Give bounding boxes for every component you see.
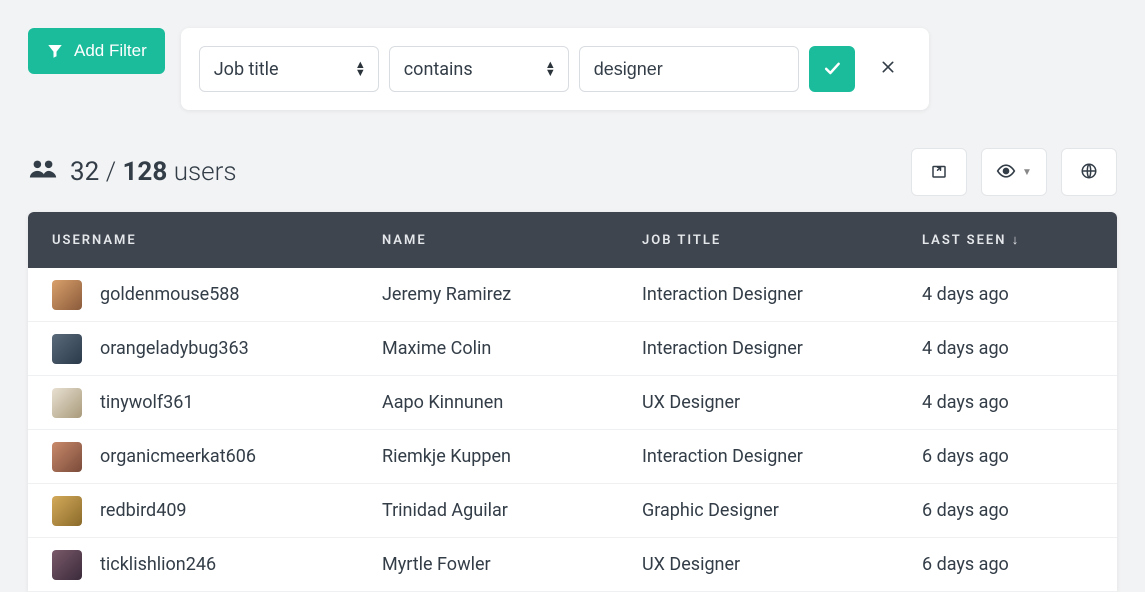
cell-job-title: Interaction Designer xyxy=(642,338,922,359)
filter-field-value: Job title xyxy=(214,59,279,80)
eye-icon xyxy=(996,161,1016,184)
chevron-down-icon: ▼ xyxy=(1022,167,1032,178)
cell-last-seen: 4 days ago xyxy=(922,284,1093,305)
select-arrows-icon: ▲▼ xyxy=(355,61,366,77)
table-body: goldenmouse588 Jeremy Ramirez Interactio… xyxy=(28,268,1117,592)
cell-name: Riemkje Kuppen xyxy=(382,446,642,467)
table-row[interactable]: organicmeerkat606 Riemkje Kuppen Interac… xyxy=(28,430,1117,484)
cell-name: Myrtle Fowler xyxy=(382,554,642,575)
cell-username: orangeladybug363 xyxy=(100,338,249,359)
cell-name: Trinidad Aguilar xyxy=(382,500,642,521)
globe-icon xyxy=(1080,162,1098,183)
filter-value-input[interactable] xyxy=(579,46,799,92)
cell-job-title: Interaction Designer xyxy=(642,446,922,467)
cell-job-title: UX Designer xyxy=(642,554,922,575)
filter-condition-card: Job title ▲▼ contains ▲▼ xyxy=(181,28,929,110)
funnel-icon xyxy=(46,42,64,60)
cell-last-seen: 6 days ago xyxy=(922,554,1093,575)
cell-username: ticklishlion246 xyxy=(100,554,216,575)
check-icon xyxy=(822,58,842,81)
cell-job-title: Interaction Designer xyxy=(642,284,922,305)
cell-last-seen: 6 days ago xyxy=(922,446,1093,467)
avatar xyxy=(52,280,82,310)
cell-last-seen: 4 days ago xyxy=(922,338,1093,359)
table-row[interactable]: orangeladybug363 Maxime Colin Interactio… xyxy=(28,322,1117,376)
avatar xyxy=(52,334,82,364)
table-row[interactable]: goldenmouse588 Jeremy Ramirez Interactio… xyxy=(28,268,1117,322)
total-count: 128 xyxy=(122,157,167,187)
select-arrows-icon: ▲▼ xyxy=(545,61,556,77)
table-row[interactable]: tinywolf361 Aapo Kinnunen UX Designer 4 … xyxy=(28,376,1117,430)
cell-username: redbird409 xyxy=(100,500,187,521)
col-name[interactable]: NAME xyxy=(382,233,642,248)
filter-operator-value: contains xyxy=(404,59,473,80)
filter-remove-button[interactable] xyxy=(865,46,911,92)
open-external-button[interactable] xyxy=(911,148,967,196)
filtered-count: 32 xyxy=(70,157,99,187)
cell-job-title: Graphic Designer xyxy=(642,500,922,521)
cell-last-seen: 4 days ago xyxy=(922,392,1093,413)
col-last-seen[interactable]: LAST SEEN ↓ xyxy=(922,232,1093,248)
table-row[interactable]: ticklishlion246 Myrtle Fowler UX Designe… xyxy=(28,538,1117,592)
avatar xyxy=(52,496,82,526)
count-noun: users xyxy=(174,157,237,187)
globe-button[interactable] xyxy=(1061,148,1117,196)
cell-job-title: UX Designer xyxy=(642,392,922,413)
table-actions: ▼ xyxy=(911,148,1117,196)
close-icon xyxy=(880,58,896,81)
col-job-title[interactable]: JOB TITLE xyxy=(642,233,922,248)
cell-name: Jeremy Ramirez xyxy=(382,284,642,305)
add-filter-button[interactable]: Add Filter xyxy=(28,28,165,74)
visibility-dropdown-button[interactable]: ▼ xyxy=(981,148,1047,196)
cell-username: tinywolf361 xyxy=(100,392,194,413)
people-icon xyxy=(28,157,58,187)
add-filter-label: Add Filter xyxy=(74,41,147,61)
open-external-icon xyxy=(930,162,948,183)
filter-operator-select[interactable]: contains ▲▼ xyxy=(389,46,569,92)
cell-name: Aapo Kinnunen xyxy=(382,392,642,413)
users-table: USERNAME NAME JOB TITLE LAST SEEN ↓ gold… xyxy=(28,212,1117,592)
filter-field-select[interactable]: Job title ▲▼ xyxy=(199,46,379,92)
count-separator: / xyxy=(106,157,116,187)
cell-name: Maxime Colin xyxy=(382,338,642,359)
cell-username: organicmeerkat606 xyxy=(100,446,256,467)
cell-username: goldenmouse588 xyxy=(100,284,240,305)
avatar xyxy=(52,388,82,418)
result-count: 32 / 128 users xyxy=(28,157,237,187)
filter-apply-button[interactable] xyxy=(809,46,855,92)
table-header-row: USERNAME NAME JOB TITLE LAST SEEN ↓ xyxy=(28,212,1117,268)
cell-last-seen: 6 days ago xyxy=(922,500,1093,521)
col-username[interactable]: USERNAME xyxy=(52,233,382,248)
avatar xyxy=(52,442,82,472)
table-row[interactable]: redbird409 Trinidad Aguilar Graphic Desi… xyxy=(28,484,1117,538)
avatar xyxy=(52,550,82,580)
